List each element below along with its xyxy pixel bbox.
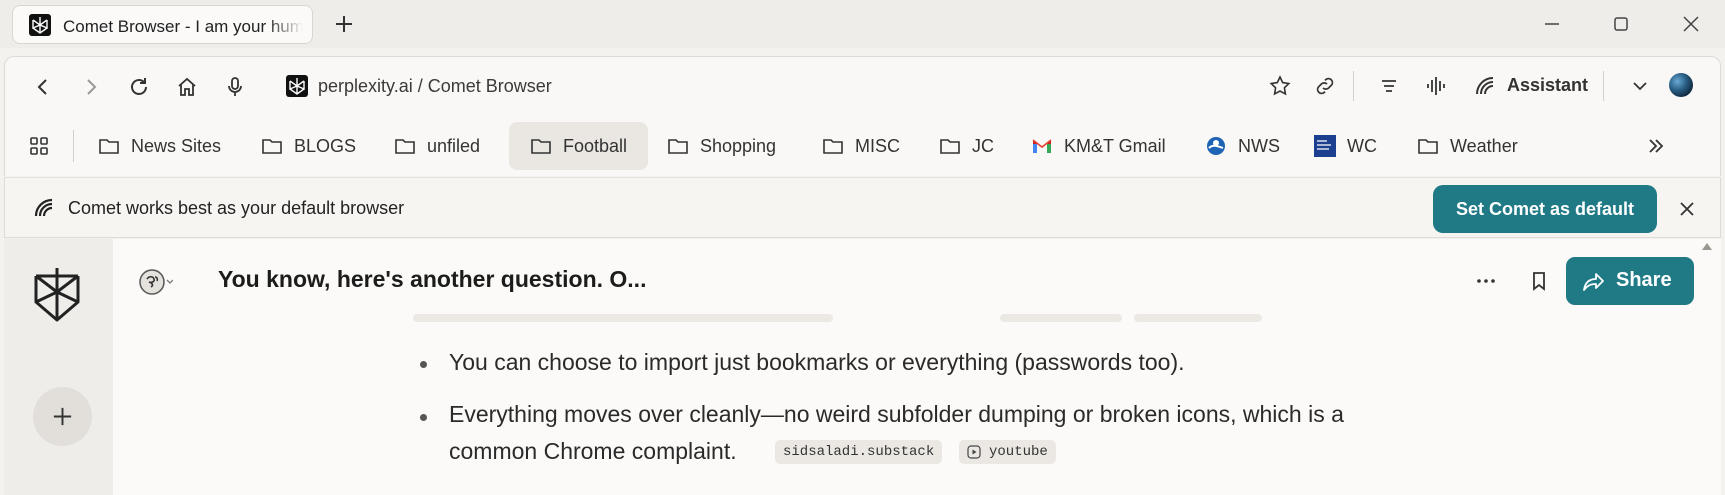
- bookmark-news-sites[interactable]: News Sites: [97, 122, 221, 170]
- maximize-icon[interactable]: [1609, 12, 1633, 36]
- source-chip-label: youtube: [989, 444, 1048, 460]
- folder-icon: [395, 139, 415, 154]
- share-arrow-icon: [1583, 273, 1604, 291]
- bookmarks-bar: News Sites BLOGS unfiled Football Shoppi…: [4, 116, 1721, 176]
- nws-icon: [1207, 137, 1225, 155]
- assistant-button[interactable]: Assistant: [1507, 75, 1588, 96]
- forward-icon[interactable]: [79, 75, 103, 99]
- toolbar-divider: [1603, 71, 1604, 101]
- thread-title: You know, here's another question. O...: [218, 266, 647, 292]
- folder-icon: [1418, 139, 1438, 154]
- browser-tab[interactable]: Comet Browser - I am your human: [12, 5, 313, 44]
- site-favicon-icon: [286, 75, 308, 97]
- comet-logo-icon: [34, 198, 53, 217]
- answer-bullet-text: You can choose to import just bookmarks …: [449, 349, 1185, 375]
- bookmark-star-icon[interactable]: [1268, 74, 1292, 98]
- toolbar-divider: [1353, 71, 1354, 101]
- scrolled-text-fragment: [413, 314, 833, 322]
- link-icon[interactable]: [1313, 74, 1337, 98]
- banner-message: Comet works best as your default browser: [68, 198, 405, 218]
- bookmark-label: Shopping: [700, 135, 777, 156]
- bookmark-label: KM&T Gmail: [1064, 135, 1166, 156]
- plus-icon: [53, 407, 72, 426]
- bookmark-nws[interactable]: NWS: [1204, 122, 1280, 170]
- minimize-icon[interactable]: [1540, 12, 1564, 36]
- bookmarks-divider: [73, 130, 74, 162]
- apps-grid-icon[interactable]: [27, 134, 51, 158]
- address-toolbar: perplexity.ai / Comet Browser Assistant: [4, 56, 1721, 116]
- scrolled-chip-fragment: [1000, 314, 1122, 322]
- bookmark-blogs[interactable]: BLOGS: [260, 122, 356, 170]
- app-sidebar: [4, 239, 113, 495]
- thread-view: You know, here's another question. O... …: [113, 239, 1721, 495]
- voice-waveform-icon[interactable]: [1424, 74, 1448, 98]
- folder-icon: [823, 139, 843, 154]
- bullet-marker: [420, 414, 427, 421]
- bookmark-label: BLOGS: [294, 135, 357, 156]
- reload-icon[interactable]: [127, 75, 151, 99]
- folder-icon: [668, 139, 688, 154]
- close-banner-icon[interactable]: [1675, 197, 1699, 221]
- answer-bullet-text: common Chrome complaint.: [449, 438, 737, 464]
- bookmark-icon[interactable]: [1527, 269, 1551, 293]
- play-icon: [967, 445, 981, 459]
- bookmark-label: Weather: [1450, 135, 1518, 156]
- bookmark-unfiled[interactable]: unfiled: [393, 122, 480, 170]
- more-options-icon[interactable]: [1474, 269, 1498, 293]
- folder-icon: [99, 139, 119, 154]
- reader-icon[interactable]: [1377, 74, 1401, 98]
- comet-assistant-icon[interactable]: [1473, 74, 1497, 98]
- answer-bullet-text: Everything moves over cleanly—no weird s…: [449, 401, 1344, 427]
- scrollbar-up-arrow[interactable]: [1702, 243, 1712, 250]
- bookmark-football[interactable]: Football: [509, 122, 648, 170]
- bookmark-jc[interactable]: JC: [938, 122, 994, 170]
- bookmark-label: NWS: [1238, 135, 1280, 156]
- bookmark-label: unfiled: [427, 135, 481, 156]
- close-window-icon[interactable]: [1679, 12, 1703, 36]
- source-chip-youtube[interactable]: youtube: [959, 440, 1056, 464]
- bookmark-label: WC: [1347, 135, 1377, 156]
- default-browser-banner: Comet works best as your default browser…: [4, 177, 1721, 238]
- home-icon[interactable]: [175, 75, 199, 99]
- microphone-icon[interactable]: [223, 75, 247, 99]
- chevron-double-right-icon[interactable]: [1644, 134, 1668, 158]
- perplexity-logo-icon[interactable]: [32, 266, 82, 322]
- bookmark-label: MISC: [855, 135, 900, 156]
- bookmark-label: Football: [563, 135, 628, 156]
- bookmark-kmt-gmail[interactable]: KM&T Gmail: [1030, 122, 1166, 170]
- perplexity-logo-icon: [29, 14, 51, 36]
- new-tab-icon[interactable]: [333, 13, 355, 35]
- back-icon[interactable]: [31, 75, 55, 99]
- bookmark-shopping[interactable]: Shopping: [666, 122, 776, 170]
- new-thread-button[interactable]: [33, 387, 92, 446]
- bookmark-label: JC: [972, 135, 994, 156]
- bullet-marker: [420, 361, 427, 368]
- profile-avatar[interactable]: [1669, 73, 1693, 97]
- share-label: Share: [1616, 269, 1672, 291]
- folder-icon: [262, 139, 282, 154]
- chevron-down-icon[interactable]: [1628, 74, 1652, 98]
- gmail-icon: [1032, 139, 1052, 153]
- weather-channel-icon: [1314, 135, 1336, 157]
- tab-title: Comet Browser - I am your human: [63, 17, 303, 36]
- bookmark-weather[interactable]: Weather: [1416, 122, 1518, 170]
- bookmark-misc[interactable]: MISC: [821, 122, 900, 170]
- address-bar[interactable]: perplexity.ai / Comet Browser: [318, 76, 552, 97]
- source-chip[interactable]: sidsaladi.substack: [775, 440, 943, 464]
- set-default-button[interactable]: Set Comet as default: [1433, 185, 1657, 233]
- model-selector-icon[interactable]: [137, 267, 173, 297]
- folder-icon: [940, 139, 960, 154]
- title-bar: Comet Browser - I am your human: [0, 0, 1725, 48]
- folder-icon: [531, 139, 551, 154]
- bookmark-label: News Sites: [131, 135, 222, 156]
- share-button[interactable]: Share: [1566, 257, 1694, 305]
- bookmark-wc[interactable]: WC: [1313, 122, 1377, 170]
- scrolled-chip-fragment: [1134, 314, 1262, 322]
